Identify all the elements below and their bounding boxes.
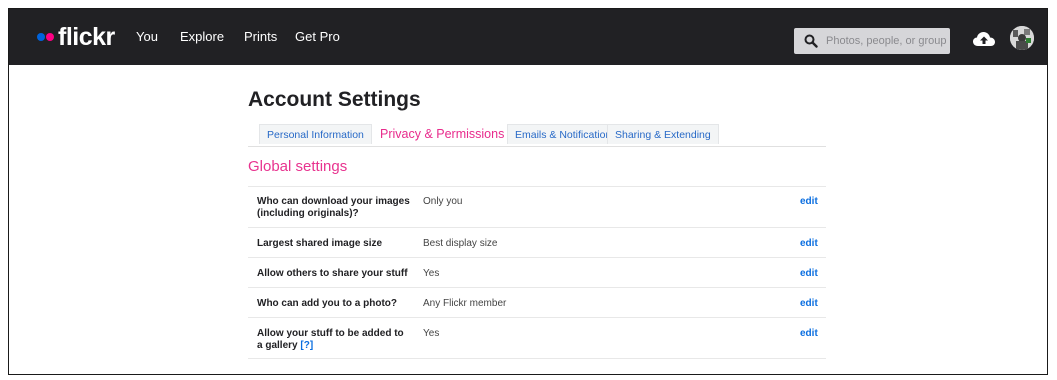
search-icon[interactable] xyxy=(800,30,822,52)
logo-text: flickr xyxy=(58,22,115,51)
cloud-upload-icon[interactable] xyxy=(972,29,996,49)
search-input[interactable] xyxy=(822,35,946,47)
setting-value: Yes xyxy=(423,268,440,279)
nav-prints[interactable]: Prints xyxy=(244,29,277,44)
nav-explore[interactable]: Explore xyxy=(180,29,224,44)
table-row: Who can download your images (including … xyxy=(248,186,826,228)
setting-value: Best display size xyxy=(423,238,498,249)
tab-privacy-permissions[interactable]: Privacy & Permissions xyxy=(373,122,512,146)
setting-label: Allow your stuff to be added to a galler… xyxy=(257,328,407,352)
table-bottom-divider xyxy=(248,358,826,359)
table-row: Largest shared image size Best display s… xyxy=(248,227,826,258)
edit-link[interactable]: edit xyxy=(800,298,818,310)
tab-personal-information[interactable]: Personal Information xyxy=(259,124,372,144)
nav-get-pro[interactable]: Get Pro xyxy=(295,29,340,44)
flickr-logo[interactable]: flickr xyxy=(37,23,115,51)
logo-blue-dot xyxy=(37,33,45,41)
setting-label: Largest shared image size xyxy=(257,238,383,249)
avatar[interactable] xyxy=(1010,26,1034,50)
edit-link[interactable]: edit xyxy=(800,238,818,250)
setting-value: Yes xyxy=(423,328,440,339)
table-row: Who can add you to a photo? Any Flickr m… xyxy=(248,287,826,318)
help-link[interactable]: [?] xyxy=(300,340,313,351)
nav-you[interactable]: You xyxy=(136,29,158,44)
table-row: Allow others to share your stuff Yes edi… xyxy=(248,257,826,288)
setting-label: Who can add you to a photo? xyxy=(257,298,397,309)
logo-pink-dot xyxy=(46,33,54,41)
setting-value: Only you xyxy=(423,196,463,207)
edit-link[interactable]: edit xyxy=(800,328,818,340)
browser-viewport: flickr You Explore Prints Get Pro Photos… xyxy=(8,8,1048,375)
top-navigation-bar: flickr You Explore Prints Get Pro xyxy=(9,9,1047,65)
edit-link[interactable]: edit xyxy=(800,268,818,280)
edit-link[interactable]: edit xyxy=(800,196,818,208)
setting-label: Who can download your images (including … xyxy=(257,196,410,219)
setting-label-text: Allow your stuff to be added to a galler… xyxy=(257,328,404,351)
help-question-mark: ? xyxy=(303,340,310,351)
setting-label: Allow others to share your stuff xyxy=(257,268,408,279)
section-title-global-settings: Global settings xyxy=(248,158,348,175)
table-row: Allow your stuff to be added to a galler… xyxy=(248,317,826,359)
page-title: Account Settings xyxy=(248,88,421,111)
settings-tabs: Personal Information Privacy & Permissio… xyxy=(248,122,826,147)
search-box[interactable] xyxy=(794,28,950,54)
setting-value: Any Flickr member xyxy=(423,298,507,309)
tab-sharing-extending[interactable]: Sharing & Extending xyxy=(607,124,719,144)
